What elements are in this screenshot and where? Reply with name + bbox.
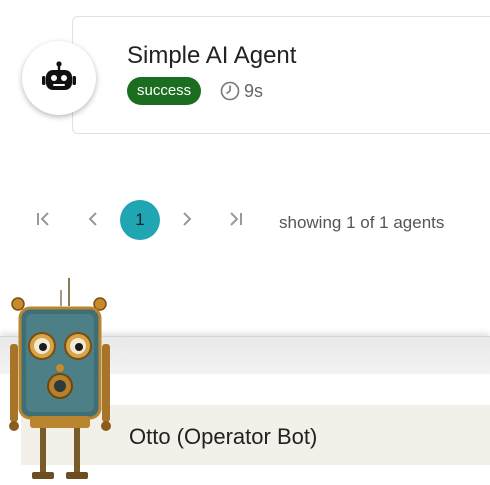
previous-page-button[interactable] <box>78 204 108 234</box>
last-page-button[interactable] <box>220 204 250 234</box>
page-current[interactable]: 1 <box>120 200 160 240</box>
showing-count: showing 1 of 1 agents <box>279 213 445 232</box>
duration: 9s <box>220 80 263 102</box>
previous-page-icon <box>88 212 97 226</box>
last-page-icon <box>230 212 242 226</box>
agent-card[interactable] <box>72 16 490 134</box>
operator-name: Otto (Operator Bot) <box>129 424 318 449</box>
robot-icon <box>42 61 76 90</box>
clock-icon <box>220 81 240 101</box>
agent-avatar <box>22 41 96 115</box>
robot-mascot-icon <box>9 278 111 479</box>
next-page-button[interactable] <box>172 204 202 234</box>
first-page-button[interactable] <box>29 204 59 234</box>
agent-title[interactable]: Simple AI Agent <box>127 42 296 70</box>
duration-value: 9s <box>244 80 264 101</box>
first-page-icon <box>37 212 49 226</box>
next-page-icon <box>183 212 192 226</box>
status-badge: success <box>127 77 202 105</box>
